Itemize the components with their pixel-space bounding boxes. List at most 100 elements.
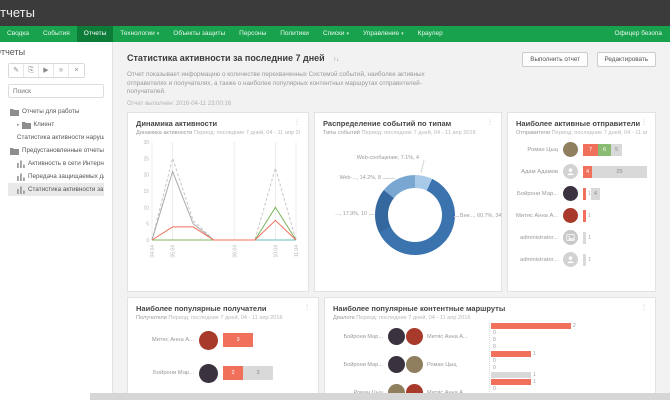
report-icon (17, 173, 25, 181)
tree-item-label: Отчеты для работы (22, 108, 80, 115)
route-bar-group: 2000 (489, 323, 647, 350)
route-mini-bar: 0 (491, 386, 647, 392)
sender-row[interactable]: administrator... 1 (516, 227, 647, 249)
tree-item-label: Активность в сети Интернет за по... (28, 160, 104, 167)
bar-segment: 5 (611, 143, 622, 156)
nav-item-6[interactable]: Политики (273, 26, 316, 42)
panel-title: Динамика активности (136, 118, 218, 128)
panel-subtitle: Получатели (136, 314, 167, 321)
bar-segments: 14 (583, 187, 600, 200)
route-mini-bar: 0 (491, 330, 647, 336)
route-bar-group: 1 00 1 (489, 351, 647, 378)
avatar (388, 328, 405, 345)
expand-arrow-icon[interactable]: ▸ (17, 122, 20, 128)
run-icon[interactable]: ▶ (39, 64, 54, 77)
panel-menu-icon[interactable]: ⋮ (487, 119, 493, 128)
nav-item-0[interactable]: Сводка (0, 26, 36, 42)
bar-segment: 4 (590, 187, 600, 200)
nav-item-3[interactable]: Технологии ▾ (113, 26, 166, 42)
svg-text:05.04: 05.04 (171, 244, 177, 257)
panel-activity-dynamics: Динамика активности ⋮ Динамика активност… (127, 111, 309, 292)
panel-menu-icon[interactable]: ⋮ (641, 304, 647, 313)
panel-event-types: Распределение событий по типам ⋮ Типы со… (314, 111, 502, 292)
search-input[interactable] (8, 84, 104, 98)
svg-text:0: 0 (146, 238, 149, 244)
route-mini-bar: 0 (491, 337, 647, 343)
svg-text:08.04: 08.04 (232, 244, 238, 257)
report-icon (17, 160, 25, 168)
panel-period: Период: последние 7 дней, 04 - 11 апр 20… (361, 129, 476, 136)
tree-item-6[interactable]: Статистика активности за послед... (8, 183, 104, 196)
top-senders-list: Роман Цыц 7 6 5 Адам Адамов 4 25 Бойрони Мар...… (516, 139, 647, 271)
panel-menu-icon[interactable]: ⋮ (304, 304, 310, 313)
panel-period: Период: последние 7 дней, 04 - 11 апр 20… (551, 129, 647, 136)
panel-menu-icon[interactable]: ⋮ (294, 119, 300, 128)
avatar (388, 356, 405, 373)
bar-segment: 3 (223, 333, 253, 347)
delete-icon[interactable]: × (69, 64, 84, 77)
sidebar-toolbar: ✎ ⎘ ▶ ■ × (8, 63, 85, 78)
tree-item-3[interactable]: Предустановленные отчеты (8, 144, 104, 157)
sender-row[interactable]: Бойрони Мар... 1 4 (516, 183, 647, 205)
donut-slice-label: Web-..., 14.2%, 8 (339, 174, 381, 181)
user-menu[interactable]: Офицер безопа (615, 26, 663, 42)
nav-item-9[interactable]: Краулер (411, 26, 450, 42)
row-label: Митяс Анна А... (151, 337, 194, 343)
avatar (563, 186, 578, 201)
nav-item-8[interactable]: Управление ▾ (356, 26, 411, 42)
route-row[interactable]: Бойрони Мар... Митяс Анна А... 2 0 0 0 (333, 323, 647, 350)
stop-icon[interactable]: ■ (54, 64, 69, 77)
sender-row[interactable]: Митяс Анна А... 1 (516, 205, 647, 227)
bar-segment (491, 323, 571, 329)
bar-segment (491, 351, 531, 357)
tree-item-4[interactable]: Активность в сети Интернет за по... (8, 157, 104, 170)
nav-item-5[interactable]: Персоны (232, 26, 273, 42)
avatar (563, 252, 578, 267)
donut-slice-label: Web-сообщение, 7.1%, 4 (356, 154, 419, 161)
panel-top-receivers: Наиболее популярные получатели ⋮ Получат… (127, 296, 319, 400)
route-mini-bar: 1 (491, 372, 647, 378)
bar-value: 0 (493, 330, 496, 336)
nav-item-4[interactable]: Объекты защиты (166, 26, 232, 42)
bar-value: 1 (533, 372, 536, 378)
avatar (406, 356, 423, 373)
sort-icon[interactable]: ↑↓ (333, 57, 339, 63)
bar-segment: 25 (592, 165, 647, 178)
avatar (406, 328, 423, 345)
report-tree: Отчеты для работы ▸ Клиент Статистика актив… (8, 105, 104, 196)
sender-row[interactable]: administrator... 1 (516, 249, 647, 271)
donut-slice-label: ..., 17.9%, 10 (335, 210, 367, 217)
tree-item-label: Предустановленные отчеты (22, 147, 104, 154)
run-report-button[interactable]: Выполнить отчет (522, 52, 589, 67)
tree-item-5[interactable]: Передача защищаемых данных ... (8, 170, 104, 183)
panel-title: Наиболее активные отправители (516, 118, 641, 128)
tree-item-0[interactable]: Отчеты для работы (8, 105, 104, 118)
row-label: Роман Цыц (527, 146, 558, 153)
tree-item-2[interactable]: Статистика активности нарушителе... (8, 131, 104, 144)
edit-report-button[interactable]: Редактировать (596, 52, 656, 67)
bar-value: 0 (493, 358, 496, 364)
app-title: Отчеты (0, 5, 35, 20)
donut-slice-label: Вне..., 60.7%, 34 (460, 212, 502, 219)
horizontal-scrollbar[interactable] (90, 393, 670, 400)
panel-period: Период: последние 7 дней, 04 - 11 апр 20… (168, 314, 283, 321)
edit-icon[interactable]: ✎ (9, 64, 24, 77)
tree-item-label: Статистика активности нарушителе... (17, 134, 104, 141)
receiver-row[interactable]: Бойрони Мар... 2 3 (136, 357, 310, 390)
route-avatars (388, 328, 423, 345)
receiver-row[interactable]: Митяс Анна А... 3 (136, 324, 310, 357)
panel-title: Наиболее популярные контентные маршруты (333, 303, 506, 313)
sender-row[interactable]: Адам Адамов 4 25 (516, 161, 647, 183)
nav-item-1[interactable]: События (36, 26, 77, 42)
panel-menu-icon[interactable]: ⋮ (641, 119, 647, 128)
top-receivers-list: Митяс Анна А...3Бойрони Мар...23mail.goo… (136, 324, 310, 400)
nav-item-7[interactable]: Списки ▾ (316, 26, 356, 42)
nav-item-2[interactable]: Отчеты (76, 26, 114, 42)
bar-segment (583, 187, 586, 200)
tree-item-1[interactable]: ▸ Клиент (8, 118, 104, 131)
route-row[interactable]: Бойрони Мар... Роман Цыц 1 0 0 1 (333, 351, 647, 378)
bar-segment (491, 372, 531, 378)
copy-icon[interactable]: ⎘ (24, 64, 39, 77)
donut-hole (388, 187, 442, 242)
sender-row[interactable]: Роман Цыц 7 6 5 (516, 139, 647, 161)
